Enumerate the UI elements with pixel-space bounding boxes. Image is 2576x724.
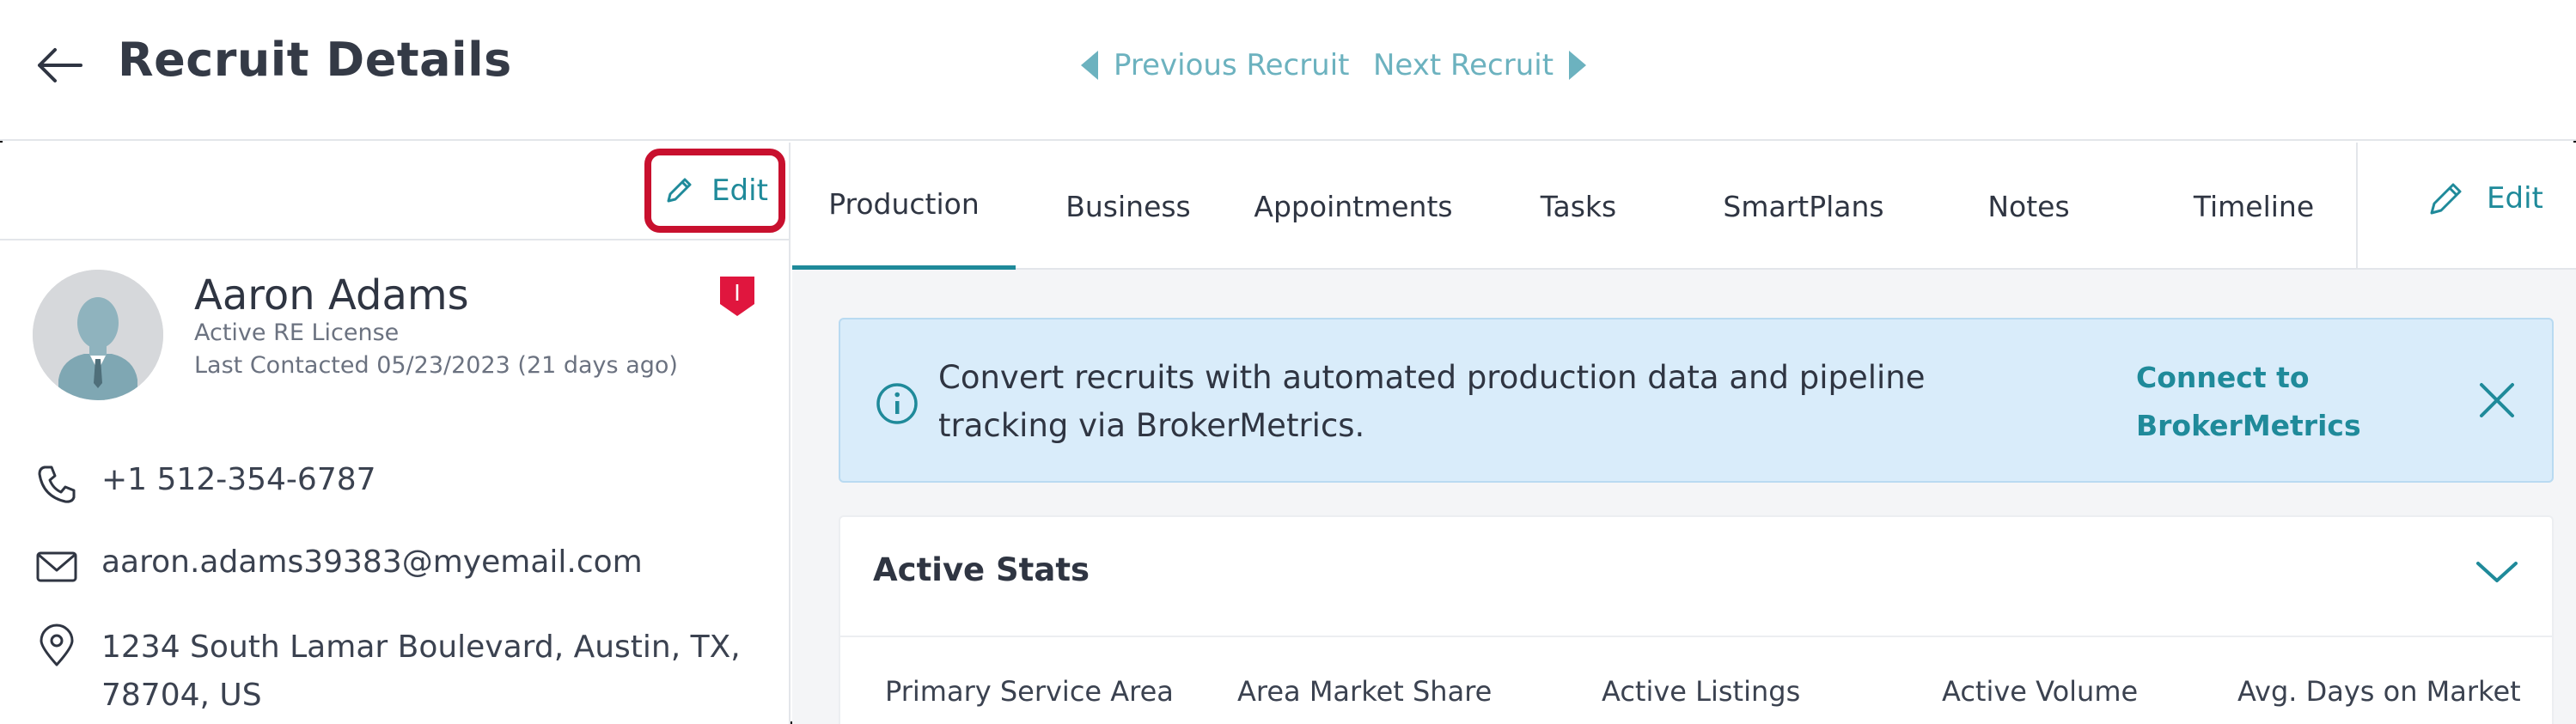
phone-row[interactable]: +1 512-354-6787 [34,462,376,507]
divider [2356,143,2358,270]
tab-label: Timeline [2193,189,2315,223]
tab-production[interactable]: Production [792,143,1016,270]
tab-timeline[interactable]: Timeline [2141,143,2366,270]
arrow-left-icon[interactable] [34,45,82,86]
tab-smartplans[interactable]: SmartPlans [1691,143,1916,270]
avatar [33,270,163,400]
map-pin-icon [40,624,74,666]
shield-badge-icon: I [720,277,754,316]
recruit-details-content: Production Business Appointments Tasks S… [792,143,2576,724]
next-recruit-button[interactable]: Next Recruit [1373,48,1587,82]
tab-appointments[interactable]: Appointments [1241,143,1466,270]
page-header: Recruit Details Previous Recruit Next Re… [0,0,2576,141]
phone-number: +1 512-354-6787 [101,462,376,497]
tab-notes[interactable]: Notes [1916,143,2141,270]
pencil-icon [2430,183,2462,215]
email-address: aaron.adams39383@myemail.com [101,545,643,580]
edit-production-label: Edit [2487,181,2543,216]
chevron-down-icon[interactable] [2473,557,2521,586]
tab-tasks[interactable]: Tasks [1466,143,1691,270]
edit-profile-label: Edit [711,173,768,208]
stat-primary-service-area: Primary Service Area [885,675,1174,708]
phone-icon [38,465,76,503]
address-row[interactable]: 1234 South Lamar Boulevard, Austin, TX, … [34,624,741,720]
triangle-left-icon [1081,51,1098,80]
license-status: Active RE License [194,319,400,346]
next-recruit-label: Next Recruit [1373,48,1554,82]
tab-label: Production [828,187,980,221]
tab-label: SmartPlans [1723,189,1884,223]
edit-production-button[interactable]: Edit [2425,177,2543,220]
tab-bar: Production Business Appointments Tasks S… [792,143,2576,270]
active-stats-title: Active Stats [873,551,1090,588]
recruit-profile-panel: Edit Aaron Adams Active RE License Last … [0,143,791,724]
triangle-right-icon [1569,51,1587,80]
stat-avg-days-on-market: Avg. Days on Market [2237,675,2521,708]
recruit-name: Aaron Adams [194,271,469,319]
stat-active-listings: Active Listings [1602,675,1801,708]
brokermetrics-banner: Convert recruits with automated producti… [839,318,2554,483]
info-circle-icon [876,383,918,424]
divider [0,239,789,240]
tab-label: Notes [1987,189,2070,223]
tab-label: Business [1065,189,1191,223]
close-icon[interactable] [2473,376,2521,424]
badge-letter: I [734,281,741,307]
page-title: Recruit Details [118,33,512,87]
divider [840,636,2552,637]
tab-label: Appointments [1254,189,1453,223]
previous-recruit-button[interactable]: Previous Recruit [1081,48,1350,82]
edit-profile-button[interactable]: Edit [644,149,785,233]
last-contacted: Last Contacted 05/23/2023 (21 days ago) [194,352,678,379]
address-line-1: 1234 South Lamar Boulevard, Austin, TX, [101,630,741,665]
address-line-2: 78704, US [101,678,262,713]
banner-message: Convert recruits with automated producti… [938,359,1926,444]
previous-recruit-label: Previous Recruit [1114,48,1350,82]
email-row[interactable]: aaron.adams39383@myemail.com [34,545,643,589]
tab-business[interactable]: Business [1016,143,1241,270]
address-text: 1234 South Lamar Boulevard, Austin, TX, … [101,624,741,720]
envelope-icon [36,551,77,582]
pencil-icon [667,178,692,203]
stat-area-market-share: Area Market Share [1237,675,1492,708]
stat-active-volume: Active Volume [1942,675,2139,708]
person-silhouette-icon [33,270,163,400]
connect-brokermetrics-link[interactable]: Connect to BrokerMetrics [2136,354,2361,450]
tab-label: Tasks [1540,189,1617,223]
active-stats-card: Active Stats Primary Service Area Area M… [839,515,2554,724]
